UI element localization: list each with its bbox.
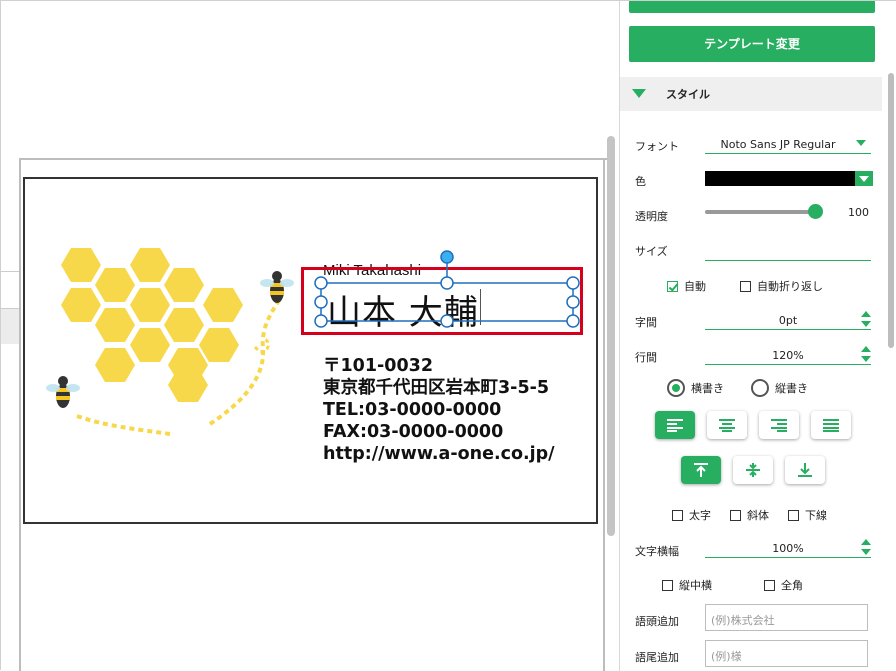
design-canvas[interactable]: Miki Takahashi 山本 大輔 〒101-0032 東京都千代田区岩本… — [1, 1, 619, 671]
properties-panel: テンプレート変更 スタイル フォント Noto Sans JP Regular … — [619, 1, 896, 671]
top-action-button[interactable] — [629, 1, 875, 13]
font-select[interactable]: Noto Sans JP Regular — [705, 134, 871, 154]
align-left-icon — [667, 419, 683, 432]
align-right-button[interactable] — [759, 411, 799, 439]
panel-scrollbar[interactable] — [888, 73, 894, 348]
checkbox-icon — [667, 280, 678, 292]
canvas-side-tab[interactable] — [1, 271, 19, 344]
align-bottom-button[interactable] — [785, 456, 825, 484]
address-line: 東京都千代田区岩本町3-5-5 — [323, 378, 550, 398]
italic-checkbox[interactable]: 斜体 — [730, 507, 769, 523]
underline-label: 下線 — [805, 509, 827, 522]
canvas-scrollbar[interactable] — [607, 136, 615, 536]
auto-label: 自動 — [684, 280, 706, 293]
checkbox-icon — [662, 579, 673, 591]
bee-icon — [260, 271, 294, 303]
align-middle-button[interactable] — [733, 456, 773, 484]
wrap-label: 自動折り返し — [757, 280, 823, 293]
align-center-button[interactable] — [707, 411, 747, 439]
address-line: TEL:03-0000-0000 — [323, 400, 502, 420]
line-spacing-input[interactable]: 120% — [705, 345, 871, 365]
align-middle-icon — [746, 463, 760, 477]
align-justify-icon — [823, 419, 839, 432]
stepper-icon[interactable] — [861, 345, 871, 365]
bee-icon — [46, 376, 80, 408]
address-block[interactable]: 〒101-0032 東京都千代田区岩本町3-5-5 TEL:03-0000-00… — [323, 355, 555, 465]
char-width-value: 100% — [772, 542, 804, 555]
stepper-icon[interactable] — [861, 538, 871, 558]
change-template-button[interactable]: テンプレート変更 — [629, 26, 875, 62]
line-spacing-label: 行間 — [635, 351, 657, 364]
line-spacing-value: 120% — [772, 349, 804, 362]
underline-checkbox[interactable]: 下線 — [788, 507, 827, 523]
align-bottom-icon — [798, 463, 812, 477]
tate-chu-yoko-checkbox[interactable]: 縦中横 — [662, 577, 712, 593]
address-line: http://www.a-one.co.jp/ — [323, 444, 555, 464]
align-top-icon — [694, 463, 708, 477]
opacity-slider-track[interactable] — [705, 210, 817, 214]
prefix-input[interactable]: (例)株式会社 — [705, 604, 868, 631]
wrap-checkbox[interactable]: 自動折り返し — [740, 278, 823, 294]
checkbox-icon — [740, 280, 751, 292]
opacity-value: 100 — [848, 206, 869, 219]
suffix-input[interactable]: (例)様 — [705, 640, 868, 667]
style-section-title: スタイル — [666, 88, 710, 101]
color-label: 色 — [635, 175, 646, 188]
business-card[interactable]: Miki Takahashi 山本 大輔 〒101-0032 東京都千代田区岩本… — [23, 177, 598, 524]
color-picker[interactable] — [705, 171, 873, 186]
canvas-border-right — [603, 158, 605, 671]
align-left-button[interactable] — [655, 411, 695, 439]
radio-icon — [667, 379, 685, 397]
stepper-icon[interactable] — [861, 310, 871, 330]
align-top-button[interactable] — [681, 456, 721, 484]
style-section-header[interactable]: スタイル — [620, 77, 882, 111]
canvas-border-top — [19, 158, 609, 160]
char-width-input[interactable]: 100% — [705, 538, 871, 558]
tate-chu-yoko-label: 縦中横 — [679, 579, 712, 592]
vertical-label: 縦書き — [775, 382, 808, 395]
full-width-label: 全角 — [781, 579, 803, 592]
horizontal-label: 横書き — [691, 382, 724, 395]
vertical-radio[interactable]: 縦書き — [751, 379, 808, 397]
opacity-label: 透明度 — [635, 210, 668, 223]
full-width-checkbox[interactable]: 全角 — [764, 577, 803, 593]
chevron-down-icon — [632, 89, 646, 98]
char-width-label: 文字横幅 — [635, 545, 679, 558]
highlight-box — [301, 267, 583, 335]
prefix-label: 語頭追加 — [635, 615, 679, 628]
honeycomb-bee-artwork — [46, 248, 294, 436]
char-spacing-label: 字間 — [635, 316, 657, 329]
checkbox-icon — [672, 509, 683, 521]
size-input[interactable] — [705, 241, 871, 261]
dropdown-icon[interactable] — [855, 171, 873, 186]
suffix-label: 語尾追加 — [635, 651, 679, 664]
align-center-icon — [719, 419, 735, 432]
bold-label: 太字 — [689, 509, 711, 522]
canvas-border-left — [19, 158, 21, 671]
auto-checkbox[interactable]: 自動 — [667, 278, 706, 294]
align-right-icon — [771, 419, 787, 432]
font-label: フォント — [635, 140, 679, 153]
radio-icon — [751, 379, 769, 397]
bold-checkbox[interactable]: 太字 — [672, 507, 711, 523]
size-label: サイズ — [635, 245, 668, 258]
dropdown-icon — [856, 140, 866, 146]
address-line: 〒101-0032 — [323, 356, 433, 376]
checkbox-icon — [788, 509, 799, 521]
opacity-slider-handle[interactable] — [808, 204, 823, 219]
checkbox-icon — [730, 509, 741, 521]
horizontal-radio[interactable]: 横書き — [667, 379, 724, 397]
char-spacing-value: 0pt — [778, 314, 798, 327]
checkbox-icon — [764, 579, 775, 591]
font-value: Noto Sans JP Regular — [720, 138, 836, 151]
char-spacing-input[interactable]: 0pt — [705, 310, 871, 330]
align-justify-button[interactable] — [811, 411, 851, 439]
italic-label: 斜体 — [747, 509, 769, 522]
address-line: FAX:03-0000-0000 — [323, 422, 504, 442]
